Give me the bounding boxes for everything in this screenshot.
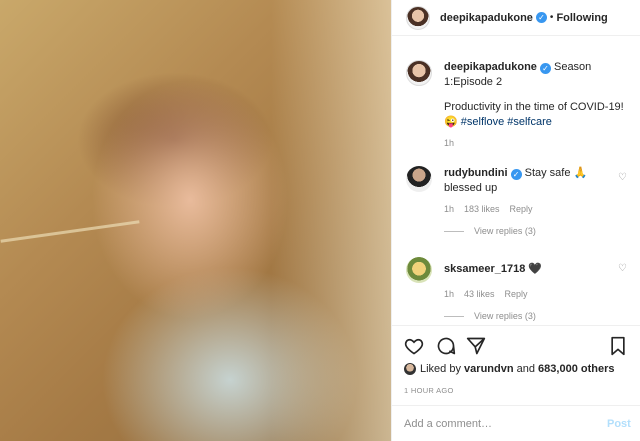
caption-time[interactable]: 1h	[444, 138, 631, 148]
verified-badge-icon: ✓	[539, 63, 551, 74]
comment-item: sksameer_1718 🖤 ♡ 1h 43 likes Reply View…	[406, 257, 631, 321]
background-frame	[0, 220, 140, 243]
comment-username[interactable]: rudybundini	[444, 167, 508, 179]
comment-input[interactable]	[404, 417, 599, 430]
caption-text: Productivity in the time of COVID-19!	[444, 101, 624, 113]
caption-username[interactable]: deepikapadukone	[444, 61, 537, 73]
comment-likes[interactable]: 43 likes	[464, 289, 495, 299]
like-heart-icon[interactable]	[404, 336, 424, 356]
comment-username[interactable]: sksameer_1718	[444, 263, 525, 275]
add-comment-bar: Post	[392, 405, 640, 441]
reply-button[interactable]: Reply	[505, 289, 528, 299]
comment-time[interactable]: 1h	[444, 289, 454, 299]
like-comment-heart-icon[interactable]: ♡	[618, 263, 627, 274]
caption-emoji: 😜	[444, 116, 458, 128]
comment-bubble-icon[interactable]	[436, 336, 456, 356]
liked-by-user[interactable]: varundvn	[464, 363, 514, 375]
hashtag-selflove[interactable]: #selflove	[461, 116, 504, 128]
hashtag-selfcare[interactable]: #selfcare	[507, 116, 552, 128]
view-replies-button[interactable]: View replies (3)	[474, 311, 536, 321]
liked-by-summary: Liked by varundvn and 683,000 others	[404, 363, 614, 375]
comment-text: 🖤	[528, 263, 543, 275]
post-photo[interactable]	[0, 0, 391, 441]
light-glow	[271, 0, 391, 441]
commenter-avatar[interactable]	[406, 166, 432, 192]
comment-time[interactable]: 1h	[444, 204, 454, 214]
like-comment-heart-icon[interactable]: ♡	[618, 172, 627, 183]
caption-avatar[interactable]	[406, 60, 432, 86]
following-button[interactable]: Following	[556, 12, 607, 24]
liker-avatar[interactable]	[404, 363, 416, 375]
post-side-panel: deepikapadukone ✓ • Following deepikapad…	[391, 0, 640, 441]
verified-badge-icon: ✓	[535, 12, 547, 23]
post-caption: deepikapadukone ✓ Season 1:Episode 2 Prod…	[406, 60, 631, 148]
comment-likes[interactable]: 183 likes	[464, 204, 500, 214]
replies-divider	[444, 230, 464, 232]
share-paper-plane-icon[interactable]	[466, 336, 486, 356]
replies-divider	[444, 315, 464, 317]
post-comment-button[interactable]: Post	[607, 418, 631, 430]
post-header: deepikapadukone ✓ • Following	[392, 0, 640, 36]
commenter-avatar[interactable]	[406, 257, 432, 283]
comment-item: rudybundini ✓ Stay safe 🙏 blessed up ♡ 1h…	[406, 166, 631, 236]
view-replies-button[interactable]: View replies (3)	[474, 226, 536, 236]
author-avatar[interactable]	[406, 5, 430, 30]
post-timestamp[interactable]: 1 HOUR AGO	[404, 386, 454, 395]
separator-dot: •	[549, 12, 554, 23]
liked-by-conjunction: and	[516, 363, 535, 375]
save-bookmark-icon[interactable]	[608, 336, 628, 356]
liked-by-prefix: Liked by	[420, 363, 461, 375]
verified-badge-icon: ✓	[510, 169, 522, 180]
liked-by-others[interactable]: 683,000 others	[538, 363, 614, 375]
reply-button[interactable]: Reply	[510, 204, 533, 214]
action-icons-bar	[404, 336, 629, 358]
author-username[interactable]: deepikapadukone	[440, 12, 533, 24]
post-actions: Liked by varundvn and 683,000 others 1 H…	[392, 325, 640, 415]
